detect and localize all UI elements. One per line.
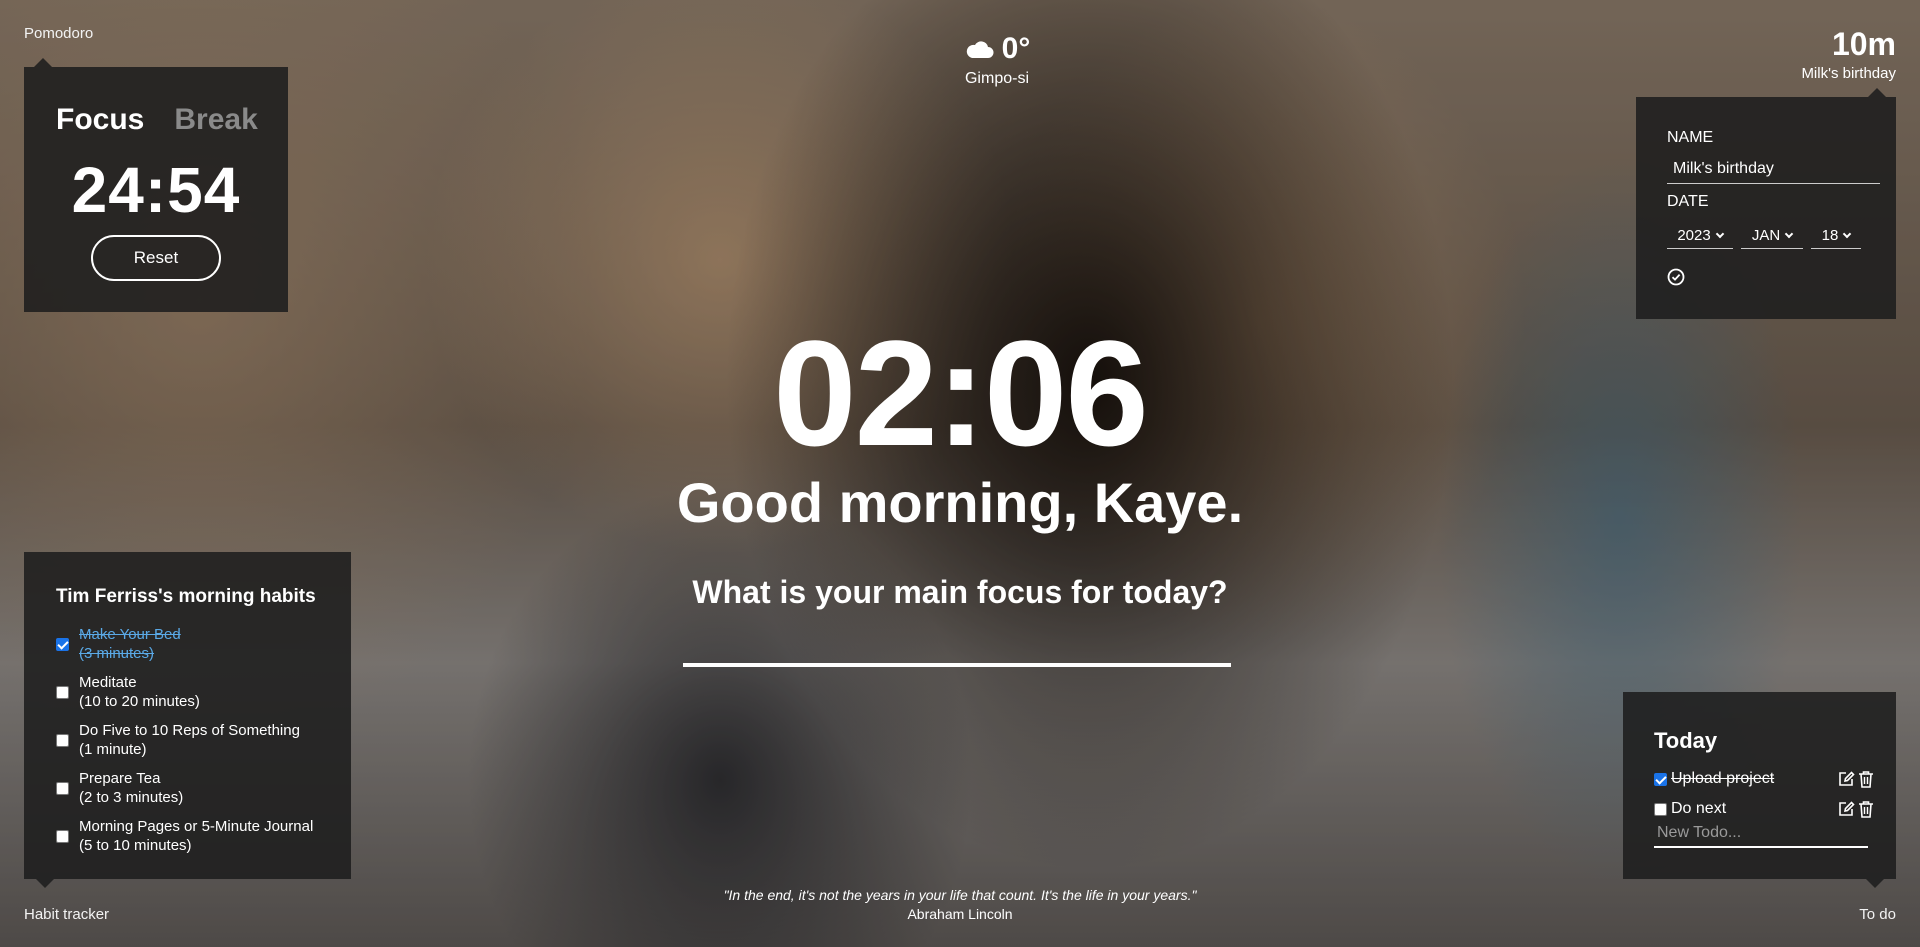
quote-block: "In the end, it's not the years in your …: [0, 887, 1920, 922]
edit-icon[interactable]: [1837, 800, 1855, 818]
habit-item[interactable]: Prepare Tea (2 to 3 minutes): [56, 764, 313, 812]
todo-panel: Today Upload project Do next New Todo...: [1623, 692, 1896, 888]
habit-name: Meditate: [79, 674, 137, 691]
tab-focus[interactable]: Focus: [56, 103, 144, 137]
habit-duration: (5 to 10 minutes): [79, 837, 192, 854]
trash-icon[interactable]: [1858, 770, 1874, 788]
todo-title: Today: [1654, 728, 1718, 753]
year-value: 2023: [1677, 227, 1711, 244]
habit-list-title: Tim Ferriss's morning habits: [56, 586, 316, 607]
chevron-down-icon: [1843, 229, 1852, 239]
day-value: 18: [1821, 227, 1839, 244]
habit-name: Prepare Tea: [79, 770, 161, 787]
weather-city: Gimpo-si: [964, 70, 1029, 87]
todo-checkbox[interactable]: [1654, 772, 1667, 786]
todo-item[interactable]: Upload project: [1654, 764, 1874, 794]
pomodoro-label[interactable]: Pomodoro: [24, 25, 93, 42]
habit-checkbox[interactable]: [56, 733, 69, 747]
quote-text: "In the end, it's not the years in your …: [723, 887, 1197, 903]
reset-button[interactable]: Reset: [91, 235, 221, 281]
pomodoro-timer: 24:54: [71, 154, 241, 226]
habit-tracker-panel: Tim Ferriss's morning habits Make Your B…: [24, 552, 351, 888]
weather-widget[interactable]: 0° Gimpo-si: [922, 32, 1072, 88]
tab-break[interactable]: Break: [174, 103, 257, 137]
habit-item[interactable]: Do Five to 10 Reps of Something (1 minut…: [56, 716, 313, 764]
countdown-widget[interactable]: 10m Milk's birthday: [1801, 26, 1896, 82]
year-select[interactable]: 2023: [1667, 223, 1733, 249]
countdown-value: 10m: [1831, 26, 1896, 62]
pomodoro-panel: Focus Break 24:54 Reset: [24, 58, 288, 312]
confirm-check-icon[interactable]: [1667, 268, 1685, 286]
countdown-form-panel: NAME Milk's birthday DATE 2023 JAN 18: [1636, 88, 1896, 319]
chevron-down-icon: [1784, 229, 1794, 239]
habit-name: Morning Pages or 5-Minute Journal: [79, 818, 314, 835]
greeting: Good morning, Kaye.: [676, 471, 1244, 534]
todo-text: Upload project: [1671, 770, 1775, 787]
weather-temperature: 0°: [1001, 32, 1031, 65]
month-select[interactable]: JAN: [1741, 223, 1803, 249]
month-value: JAN: [1751, 227, 1781, 244]
habit-name: Do Five to 10 Reps of Something: [79, 722, 300, 739]
new-todo-input[interactable]: New Todo...: [1654, 824, 1868, 848]
countdown-event-name: Milk's birthday: [1801, 65, 1896, 82]
habit-duration: (3 minutes): [79, 645, 155, 662]
habit-duration: (2 to 3 minutes): [79, 789, 184, 806]
edit-icon[interactable]: [1837, 770, 1855, 788]
todo-text: Do next: [1671, 800, 1727, 817]
todo-item[interactable]: Do next: [1654, 794, 1874, 824]
date-label: DATE: [1667, 193, 1709, 210]
habit-list: Make Your Bed (3 minutes) Meditate (10 t…: [56, 620, 313, 860]
cloud-icon: [966, 41, 994, 58]
habit-name: Make Your Bed: [79, 626, 181, 643]
habit-checkbox[interactable]: [56, 829, 69, 843]
habit-checkbox[interactable]: [56, 685, 69, 699]
habit-duration: (10 to 20 minutes): [79, 693, 200, 710]
focus-input[interactable]: [683, 663, 1231, 667]
name-label: NAME: [1667, 129, 1714, 146]
main-clock: 02:06: [773, 309, 1149, 477]
todo-checkbox[interactable]: [1654, 802, 1667, 816]
habit-checkbox[interactable]: [56, 637, 69, 651]
event-name-input[interactable]: Milk's birthday: [1667, 160, 1880, 184]
habit-checkbox[interactable]: [56, 781, 69, 795]
habit-item[interactable]: Meditate (10 to 20 minutes): [56, 668, 313, 716]
habit-item[interactable]: Morning Pages or 5-Minute Journal (5 to …: [56, 812, 313, 860]
habit-item[interactable]: Make Your Bed (3 minutes): [56, 620, 313, 668]
quote-author: Abraham Lincoln: [907, 906, 1013, 922]
habit-duration: (1 minute): [79, 741, 147, 758]
chevron-down-icon: [1715, 229, 1724, 239]
day-select[interactable]: 18: [1811, 223, 1861, 249]
todo-list: Upload project Do next: [1654, 764, 1874, 824]
trash-icon[interactable]: [1858, 800, 1874, 818]
